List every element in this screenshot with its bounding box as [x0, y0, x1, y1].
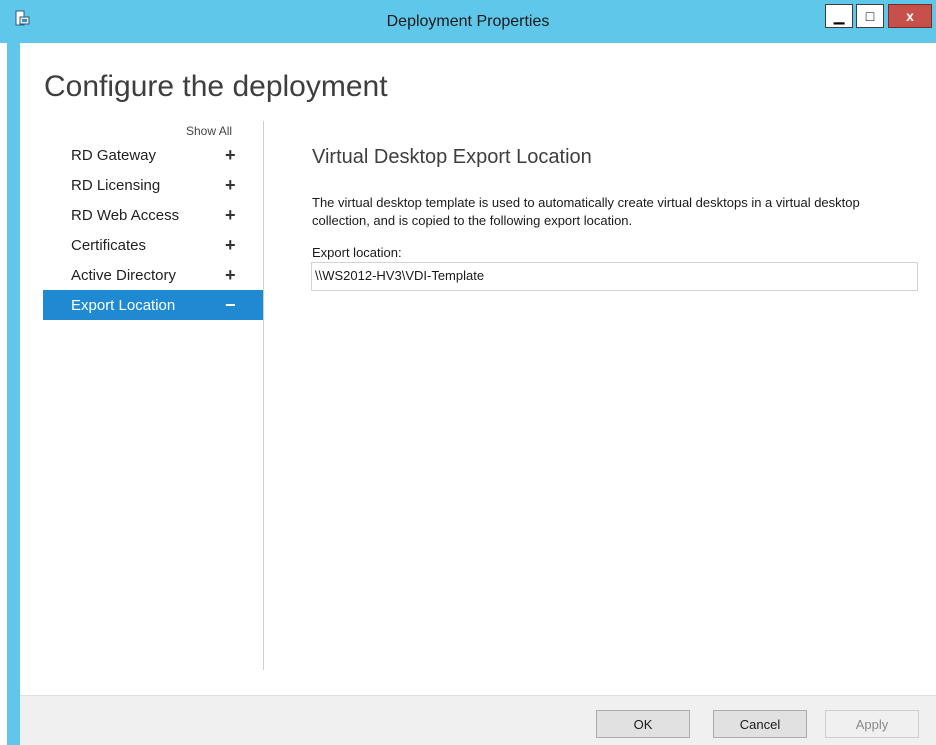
close-button[interactable]: x — [888, 4, 932, 28]
section-description: The virtual desktop template is used to … — [312, 195, 860, 228]
page-title: Configure the deployment — [44, 70, 388, 103]
close-icon: x — [906, 8, 914, 24]
collapse-icon: − — [225, 295, 236, 315]
background-window-edge — [0, 43, 7, 745]
nav-item-label: RD Gateway — [71, 146, 157, 164]
export-location-field[interactable]: \\WS2012-HV3\VDI-Template — [311, 262, 918, 291]
deployment-properties-window: Deployment Properties ▁ □ x Configure th… — [0, 0, 936, 745]
section-title: Virtual Desktop Export Location — [312, 146, 592, 168]
nav-item-rd-web-access[interactable]: RD Web Access + — [43, 200, 263, 230]
expand-icon: + — [225, 175, 236, 195]
nav-item-label: RD Web Access — [71, 206, 180, 224]
expand-icon: + — [225, 205, 236, 225]
nav-item-export-location[interactable]: Export Location − — [43, 290, 263, 320]
expand-icon: + — [225, 235, 236, 255]
dialog-body: Configure the deployment Show All RD Gat… — [20, 43, 936, 695]
expand-icon: + — [225, 265, 236, 285]
maximize-button[interactable]: □ — [856, 4, 884, 28]
nav-item-label: Export Location — [71, 296, 176, 314]
minimize-button[interactable]: ▁ — [825, 4, 853, 28]
nav-item-rd-gateway[interactable]: RD Gateway + — [43, 140, 263, 170]
nav-item-active-directory[interactable]: Active Directory + — [43, 260, 263, 290]
background-window-strip — [0, 43, 20, 745]
nav-item-rd-licensing[interactable]: RD Licensing + — [43, 170, 263, 200]
show-all-link[interactable]: Show All — [186, 124, 232, 138]
nav-item-certificates[interactable]: Certificates + — [43, 230, 263, 260]
expand-icon: + — [225, 145, 236, 165]
title-bar[interactable]: Deployment Properties ▁ □ x — [0, 0, 936, 43]
dialog-footer: OK Cancel Apply — [20, 695, 936, 745]
nav-item-label: Certificates — [71, 236, 147, 254]
section-nav: RD Gateway + RD Licensing + RD Web Acces… — [43, 140, 263, 320]
maximize-icon: □ — [865, 8, 875, 24]
minimize-icon: ▁ — [833, 7, 845, 24]
nav-item-label: Active Directory — [71, 266, 177, 284]
nav-item-label: RD Licensing — [71, 176, 161, 194]
nav-divider — [263, 121, 264, 670]
cancel-button[interactable]: Cancel — [713, 710, 807, 738]
window-title: Deployment Properties — [386, 13, 550, 30]
apply-button[interactable]: Apply — [825, 710, 919, 738]
export-location-label: Export location: — [312, 245, 402, 260]
ok-button[interactable]: OK — [596, 710, 690, 738]
